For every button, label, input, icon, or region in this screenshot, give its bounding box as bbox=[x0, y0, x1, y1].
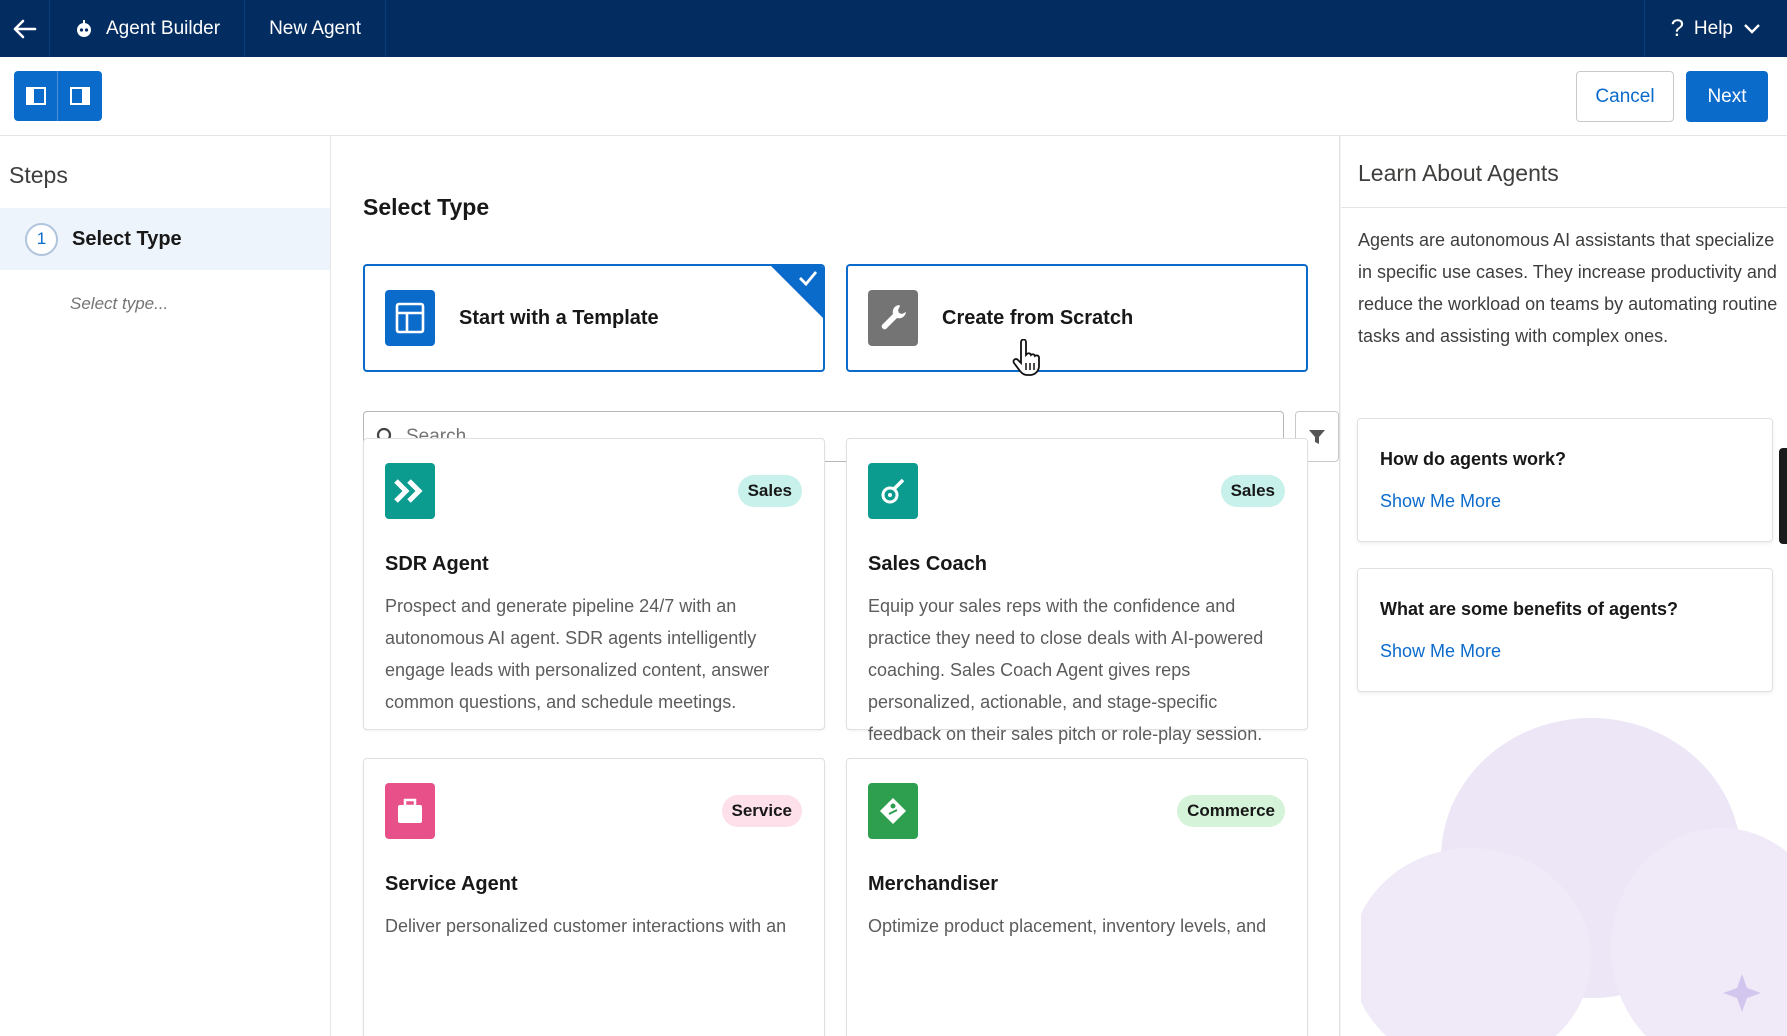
scratch-option-label: Create from Scratch bbox=[942, 306, 1134, 329]
steps-panel: Steps 1 Select Type Select type... bbox=[0, 136, 331, 1036]
briefcase-icon bbox=[385, 783, 435, 839]
price-tag-icon bbox=[868, 783, 918, 839]
checkmark-icon bbox=[799, 271, 818, 287]
left-panel-icon bbox=[25, 87, 46, 105]
chevron-down-icon bbox=[1744, 23, 1760, 34]
info-card-benefits: What are some benefits of agents? Show M… bbox=[1357, 568, 1773, 692]
app-tab[interactable]: Agent Builder bbox=[50, 0, 246, 57]
learn-heading: Learn About Agents bbox=[1358, 160, 1559, 186]
show-me-more-link[interactable]: Show Me More bbox=[1380, 641, 1501, 662]
step-sub-label: Select type... bbox=[70, 294, 169, 313]
cancel-button[interactable]: Cancel bbox=[1576, 71, 1674, 122]
agent-name: SDR Agent bbox=[385, 553, 489, 575]
question-icon: ? bbox=[1670, 14, 1684, 42]
info-question: What are some benefits of agents? bbox=[1380, 599, 1679, 619]
agent-card-merchandiser[interactable]: Commerce Merchandiser Optimize product p… bbox=[846, 758, 1308, 1036]
step-label: Select Type bbox=[72, 227, 182, 250]
learn-intro: Agents are autonomous AI assistants that… bbox=[1358, 230, 1778, 346]
category-badge: Sales bbox=[1220, 475, 1285, 507]
app-title: Agent Builder bbox=[106, 17, 221, 39]
global-nav: Agent Builder New Agent ? Help bbox=[0, 0, 1787, 57]
double-chevron-icon bbox=[385, 463, 435, 519]
back-button[interactable] bbox=[0, 0, 50, 57]
agent-robot-icon bbox=[77, 19, 91, 37]
agent-name: Sales Coach bbox=[868, 553, 987, 575]
main-content: Select Type Start with a Template Create… bbox=[331, 136, 1340, 1036]
category-badge: Commerce bbox=[1177, 795, 1285, 827]
start-with-template-option[interactable]: Start with a Template bbox=[363, 264, 825, 372]
wrench-icon bbox=[868, 290, 918, 346]
tab-title: New Agent bbox=[269, 17, 361, 39]
agent-name: Service Agent bbox=[385, 873, 518, 895]
category-badge: Sales bbox=[737, 475, 802, 507]
page-title: Select Type bbox=[363, 194, 490, 220]
info-question: How do agents work? bbox=[1380, 449, 1567, 469]
learn-panel-header: Learn About Agents bbox=[1341, 136, 1787, 208]
agent-card-sales-coach[interactable]: Sales Sales Coach Equip your sales reps … bbox=[846, 438, 1308, 744]
scrollbar-handle[interactable] bbox=[1779, 448, 1787, 544]
agent-description: Optimize product placement, inventory le… bbox=[868, 916, 1267, 936]
whistle-icon bbox=[868, 463, 918, 519]
learn-panel-body[interactable]: Agents are autonomous AI assistants that… bbox=[1341, 208, 1787, 1036]
help-label: Help bbox=[1693, 17, 1733, 39]
agent-card-sdr[interactable]: Sales SDR Agent Prospect and generate pi… bbox=[363, 438, 825, 730]
next-button[interactable]: Next bbox=[1686, 71, 1768, 122]
hand-pointer-cursor-icon bbox=[1012, 339, 1040, 376]
step-number: 1 bbox=[25, 222, 58, 256]
agent-description: Deliver personalized customer interactio… bbox=[385, 916, 787, 936]
help-menu[interactable]: ? Help bbox=[1643, 0, 1787, 57]
show-me-more-link[interactable]: Show Me More bbox=[1380, 491, 1501, 512]
template-icon bbox=[385, 290, 435, 346]
steps-heading: Steps bbox=[9, 162, 68, 188]
category-badge: Service bbox=[721, 795, 802, 827]
toggle-right-panel-button[interactable] bbox=[58, 71, 102, 121]
right-panel-icon bbox=[70, 87, 90, 105]
filter-icon bbox=[1309, 429, 1325, 444]
learn-panel: Learn About Agents Agents are autonomous… bbox=[1341, 136, 1787, 1036]
create-from-scratch-option[interactable]: Create from Scratch bbox=[846, 264, 1308, 372]
agent-card-service[interactable]: Service Service Agent Deliver personaliz… bbox=[363, 758, 825, 1036]
arrow-left-icon bbox=[13, 19, 36, 38]
new-agent-tab[interactable]: New Agent bbox=[245, 0, 386, 57]
agent-description: Equip your sales reps with the confidenc… bbox=[868, 596, 1264, 744]
step-item-select-type[interactable]: 1 Select Type bbox=[0, 208, 330, 270]
agent-name: Merchandiser bbox=[868, 873, 999, 895]
agent-description: Prospect and generate pipeline 24/7 with… bbox=[385, 596, 770, 712]
builder-toolbar: Cancel Next bbox=[0, 57, 1787, 136]
template-option-label: Start with a Template bbox=[459, 306, 659, 329]
info-card-how-agents-work: How do agents work? Show Me More bbox=[1357, 418, 1773, 542]
toggle-left-panel-button[interactable] bbox=[14, 71, 58, 121]
panel-toggle-group bbox=[14, 71, 102, 121]
